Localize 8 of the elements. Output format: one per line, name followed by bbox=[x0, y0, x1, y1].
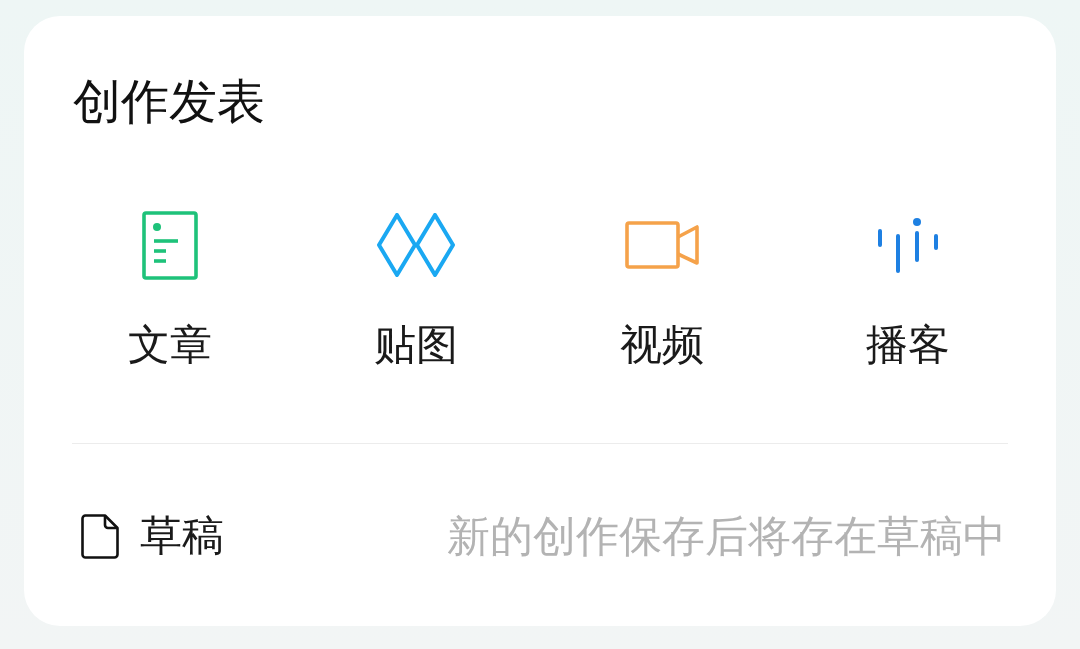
article-button[interactable]: 文章 bbox=[128, 209, 212, 370]
image-button[interactable]: 贴图 bbox=[374, 209, 458, 370]
file-icon bbox=[81, 513, 119, 559]
card-title: 创作发表 bbox=[72, 74, 265, 130]
drafts-button[interactable]: 草稿 bbox=[72, 511, 224, 561]
drafts-hint: 新的创作保存后将存在草稿中 bbox=[447, 511, 1006, 561]
podcast-button[interactable]: 播客 bbox=[866, 209, 950, 370]
video-button[interactable]: 视频 bbox=[620, 209, 704, 370]
